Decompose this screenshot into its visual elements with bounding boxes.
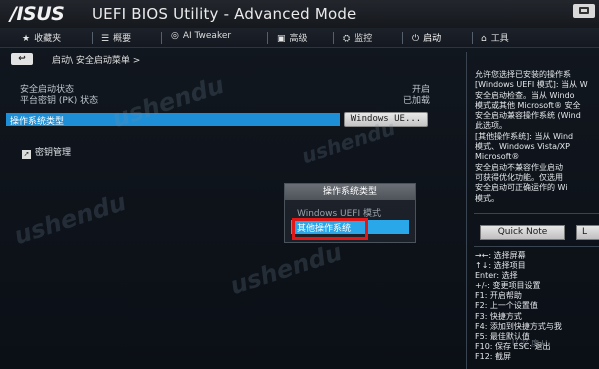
key-hint: F1: 开启帮助 — [475, 291, 522, 301]
help-line: 安全启动兼容操作系统 (Wind — [475, 111, 581, 121]
help-line: Microsoft® — [475, 152, 520, 162]
popup-title: 操作系统类型 — [285, 184, 415, 200]
help-line: 模式、Windows Vista/XP — [475, 142, 570, 152]
keys-divider — [474, 246, 599, 247]
help-line: 模式或其他 Microsoft® 安全 — [475, 100, 581, 110]
watermark-logo: U 深 度 U — [512, 339, 548, 348]
platform-key-state-label: 平台密钥 (PK) 状态 — [20, 96, 99, 106]
help-line: 可获得优化功能。仅选用 — [475, 172, 563, 182]
help-line: 允许您选择已安装的操作系 — [475, 70, 571, 79]
help-line: 安全启动不兼容作业启动 — [475, 162, 563, 172]
menu-label: 启动 — [423, 34, 442, 44]
menu-divider — [472, 32, 473, 44]
last-modified-button[interactable]: L — [576, 225, 599, 240]
help-line: [Windows UEFI 模式]: 当从 W — [475, 80, 588, 90]
menu-item-favorites[interactable]: ★ 收藏夹 — [22, 31, 61, 45]
menu-item-main[interactable]: ☰ 概要 — [101, 31, 131, 45]
menu-label: 收藏夹 — [34, 34, 62, 44]
advanced-icon: ▣ — [277, 34, 286, 44]
key-management-label: 密钥管理 — [35, 148, 72, 158]
help-line: 模式。 — [475, 193, 499, 203]
panel-divider — [466, 52, 467, 369]
menu-divider — [333, 32, 334, 44]
power-icon: ⏻ — [412, 34, 420, 44]
menu-divider — [267, 32, 268, 44]
key-hint: →←: 选择屏幕 — [475, 251, 526, 260]
os-type-row[interactable]: 操作系统类型 — [6, 113, 340, 127]
help-divider — [474, 213, 599, 214]
os-type-dropdown[interactable]: Windows UE... — [344, 112, 428, 127]
back-button[interactable]: ↩ — [11, 53, 33, 65]
menu-label: 工具 — [490, 34, 509, 44]
tool-icon: ⌂ — [481, 34, 487, 44]
menu-label: AI Tweaker — [182, 31, 232, 41]
key-hint: F3: 快捷方式 — [475, 311, 522, 321]
key-management-item[interactable]: ➚ 密钥管理 — [22, 145, 71, 159]
menu-label: 高级 — [289, 34, 308, 44]
menu-item-advanced[interactable]: ▣ 高级 — [277, 31, 308, 45]
menu-item-boot[interactable]: ⏻ 启动 — [412, 31, 441, 45]
menu-item-tool[interactable]: ⌂ 工具 — [481, 31, 509, 45]
bios-screen: /ISUS UEFI BIOS Utility - Advanced Mode … — [0, 0, 599, 369]
menu-item-ai-tweaker[interactable]: ◎ AI Tweaker — [171, 31, 231, 45]
ai-tweaker-icon: ◎ — [171, 31, 179, 41]
help-line: 此选项。 — [475, 121, 507, 131]
menu-bar: ★ 收藏夹 ☰ 概要 ◎ AI Tweaker ▣ 高级 ⛭ 监控 ⏻ 启动 ⌂ 工具 — [0, 28, 599, 48]
menu-divider — [92, 32, 93, 44]
breadcrumb: 启动\ 安全启动菜单 > — [52, 56, 141, 66]
key-hint: F4: 添加到快捷方式与我 — [475, 321, 562, 331]
menu-label: 概要 — [113, 34, 132, 44]
help-line: [其他操作系统]: 当从 Wind — [475, 131, 574, 141]
menu-label: 监控 — [354, 34, 373, 44]
key-hint: Enter: 选择 — [475, 271, 518, 281]
os-type-label: 操作系统类型 — [10, 117, 65, 127]
exit-icon — [579, 7, 589, 14]
watermark: ushendu — [226, 237, 346, 301]
menu-item-monitor[interactable]: ⛭ 监控 — [343, 31, 372, 45]
exit-button[interactable] — [573, 4, 595, 18]
key-hint: ↑↓: 选择项目 — [475, 261, 526, 271]
list-icon: ☰ — [101, 34, 110, 44]
help-panel: 允许您选择已安装的操作系 [Windows UEFI 模式]: 当从 W 安全启… — [475, 70, 599, 204]
window-title: UEFI BIOS Utility - Advanced Mode — [92, 5, 357, 23]
watermark: ushendu — [10, 187, 130, 251]
asus-logo: /ISUS — [10, 3, 65, 25]
key-hint: +/-: 变更项目设置 — [475, 281, 541, 291]
submenu-arrow-icon: ➚ — [22, 150, 31, 159]
menu-divider — [402, 32, 403, 44]
key-hint: F12: 截屏 — [475, 351, 512, 361]
menu-divider — [161, 32, 162, 44]
title-bar: /ISUS UEFI BIOS Utility - Advanced Mode — [0, 0, 599, 28]
platform-key-state-value: 已加载 — [402, 96, 430, 106]
help-line: 安全启动检查。当从 Windo — [475, 90, 575, 100]
annotation-red-box — [292, 218, 368, 240]
star-icon: ★ — [22, 34, 31, 44]
key-hint: F2: 上一个设置值 — [475, 301, 538, 311]
quick-note-button[interactable]: Quick Note — [480, 225, 565, 240]
help-line: 安全启动可正确运作的 Wi — [475, 183, 568, 193]
monitor-icon: ⛭ — [343, 34, 351, 44]
